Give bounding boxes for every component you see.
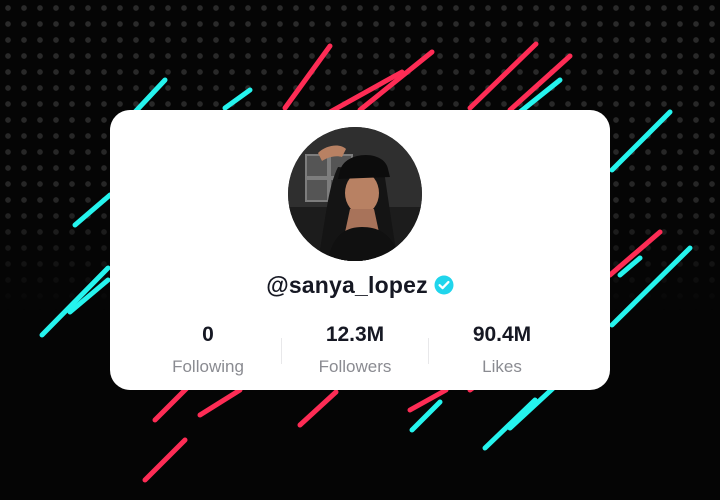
stat-followers[interactable]: 12.3M Followers: [282, 322, 428, 378]
likes-label: Likes: [482, 357, 522, 376]
cyan-streak: [609, 245, 693, 328]
red-streak: [297, 389, 339, 428]
cyan-streak: [39, 265, 111, 338]
handle-row: @sanya_lopez: [110, 270, 610, 300]
stats-bar: 0 Following 12.3M Followers 90.4M Likes: [135, 322, 575, 382]
following-count: 0: [202, 323, 214, 346]
red-streak: [142, 437, 188, 483]
cyan-streak: [609, 109, 673, 173]
followers-label: Followers: [318, 357, 392, 376]
red-streak: [357, 49, 435, 113]
red-streak: [197, 387, 243, 418]
avatar[interactable]: [288, 127, 422, 261]
following-label: Following: [172, 357, 244, 376]
red-streak: [507, 53, 573, 113]
avatar-photo: [288, 127, 422, 261]
username-handle[interactable]: @sanya_lopez: [266, 272, 428, 299]
cyan-streak: [482, 397, 538, 451]
cyan-streak: [222, 87, 253, 111]
red-streak: [607, 229, 663, 278]
stat-following[interactable]: 0 Following: [135, 322, 281, 378]
red-streak: [282, 43, 333, 111]
followers-count: 12.3M: [325, 323, 385, 346]
likes-count: 90.4M: [472, 323, 532, 346]
cyan-streak: [72, 192, 113, 228]
stat-likes[interactable]: 90.4M Likes: [429, 322, 575, 378]
profile-card: @sanya_lopez 0 Following 12.3M Followers…: [110, 110, 610, 390]
verified-badge-icon: [434, 275, 454, 295]
